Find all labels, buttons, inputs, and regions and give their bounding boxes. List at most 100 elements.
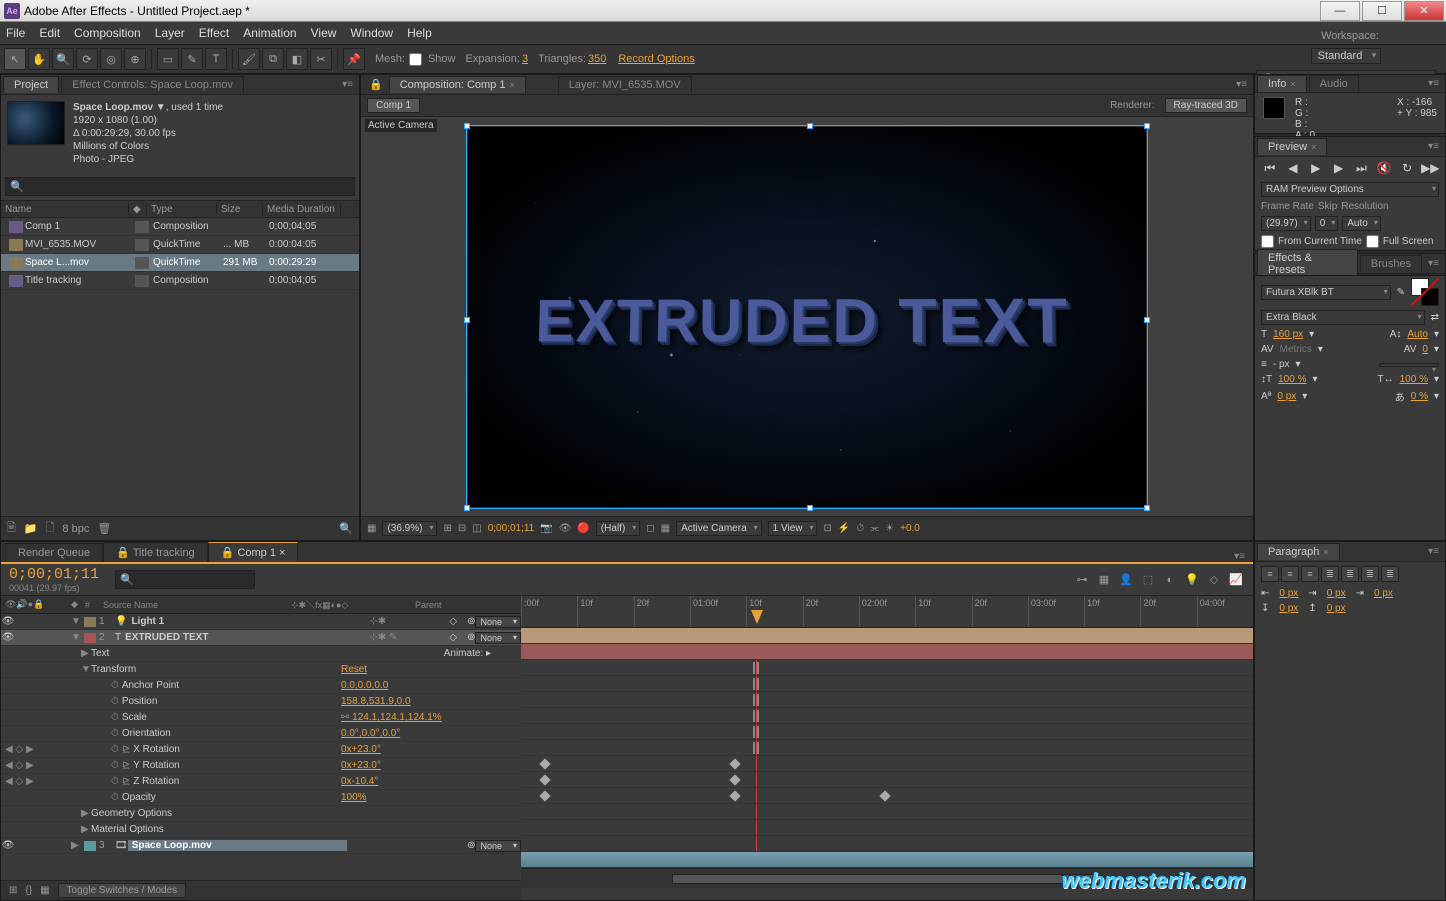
project-search-icon[interactable]: 🔍 <box>339 522 353 535</box>
layer-row[interactable]: 👁 ▼ 2 T EXTRUDED TEXT ⊹✱ ✎ ◇ ⊚ None <box>1 630 521 646</box>
keyframe-icon[interactable] <box>539 790 550 801</box>
rotate-tool-icon[interactable]: ⟳ <box>76 48 98 70</box>
mute-button[interactable]: 🔇 <box>1375 161 1393 176</box>
active-camera-dropdown[interactable]: Active Camera <box>676 521 762 536</box>
property-value[interactable]: 0.0°,0.0°,0.0° <box>341 728 521 739</box>
time-ruler[interactable]: :00f 10f 20f 01:00f 10f 20f 02:00f 10f 2… <box>521 596 1253 628</box>
3d-layer-icon[interactable]: ◇ <box>449 616 457 627</box>
property-row[interactable]: ▶ Geometry Options <box>1 806 521 822</box>
expand-icon[interactable]: ⊞ <box>9 885 17 896</box>
hide-shy-icon[interactable]: 👤 <box>1117 571 1135 589</box>
pickwhip-icon[interactable]: ⊚ <box>467 616 475 627</box>
auto-keyframe-icon[interactable]: ◇ <box>1205 571 1223 589</box>
close-icon[interactable]: × <box>509 80 514 90</box>
clone-tool-icon[interactable]: ⧉ <box>262 48 284 70</box>
expansion-value[interactable]: 3 <box>522 53 528 65</box>
brainstorm-icon[interactable]: 💡 <box>1183 571 1201 589</box>
property-row[interactable]: ⏱ Position 158.8,531.9,0.0 <box>1 694 521 710</box>
transform-handle[interactable] <box>1144 317 1150 323</box>
selection-tool-icon[interactable]: ↖ <box>4 48 26 70</box>
menu-animation[interactable]: Animation <box>243 26 296 40</box>
guides-icon[interactable]: ⊟ <box>458 523 466 534</box>
timeline-search-input[interactable]: 🔍 <box>115 570 255 589</box>
window-close-button[interactable]: ✕ <box>1404 1 1444 21</box>
keyframe-nav[interactable]: ◀ ◇ ▶ <box>1 760 41 771</box>
justify-last-center-button[interactable]: ≣ <box>1341 566 1359 582</box>
ram-preview-options-dropdown[interactable]: RAM Preview Options <box>1261 182 1439 197</box>
property-row[interactable]: ◀ ◇ ▶ ⏱⊵ Y Rotation 0x+23.0° <box>1 758 521 774</box>
transform-handle[interactable] <box>807 505 813 511</box>
property-row[interactable]: ◀ ◇ ▶ ⏱⊵ Z Rotation 0x-10.4° <box>1 774 521 790</box>
stopwatch-icon[interactable]: ⏱ <box>111 792 119 803</box>
tab-paragraph[interactable]: Paragraph× <box>1257 543 1340 560</box>
transform-handle[interactable] <box>1144 123 1150 129</box>
full-screen-checkbox[interactable] <box>1366 235 1379 248</box>
col-label-icon[interactable]: ◆ <box>129 204 147 215</box>
stroke-width-value[interactable]: - px <box>1273 359 1290 370</box>
last-frame-button[interactable]: ⏭ <box>1352 161 1370 176</box>
camera-tool-icon[interactable]: ◎ <box>100 48 122 70</box>
stopwatch-icon[interactable]: ⏱ <box>111 744 119 755</box>
property-row[interactable]: ▶ Text Animate: ▸ <box>1 646 521 662</box>
window-maximize-button[interactable]: ☐ <box>1362 1 1402 21</box>
twirl-icon[interactable]: ▶ <box>81 648 91 659</box>
stopwatch-icon[interactable]: ⏱ <box>111 728 119 739</box>
property-value[interactable]: Reset <box>341 664 521 675</box>
play-button[interactable]: ▶ <box>1307 161 1325 176</box>
tab-info[interactable]: Info× <box>1257 75 1307 92</box>
tab-title-tracking[interactable]: 🔒 Title tracking <box>103 542 208 562</box>
menu-view[interactable]: View <box>311 26 337 40</box>
tab-effect-controls[interactable]: Effect Controls: Space Loop.mov <box>61 76 244 93</box>
indent-left-value[interactable]: 0 px <box>1279 588 1298 599</box>
pickwhip-icon[interactable]: ⊚ <box>467 632 475 643</box>
motion-blur-icon[interactable]: ◐ <box>1161 571 1179 589</box>
animate-button[interactable]: Animate: ▸ <box>444 648 521 659</box>
comp-flowchart-icon[interactable]: ⫘ <box>870 523 879 534</box>
draft-3d-icon[interactable]: ▦ <box>1095 571 1113 589</box>
mesh-show-checkbox[interactable] <box>409 53 422 66</box>
space-after-value[interactable]: 0 px <box>1327 603 1346 614</box>
layer-name[interactable]: Light 1 <box>127 616 369 627</box>
stopwatch-icon[interactable]: ⏱ <box>111 696 119 707</box>
tab-composition[interactable]: Composition: Comp 1× <box>389 76 526 93</box>
time-navigator[interactable] <box>672 874 1102 884</box>
record-options-link[interactable]: Record Options <box>618 53 694 65</box>
menu-help[interactable]: Help <box>407 26 432 40</box>
visibility-icon[interactable]: 👁 <box>1 632 15 643</box>
panel-menu-icon[interactable]: ▾≡ <box>1424 141 1443 152</box>
graph-editor-icon[interactable]: 📈 <box>1227 571 1245 589</box>
project-item[interactable]: Title tracking Composition 0;00;04;05 <box>1 272 359 290</box>
delete-icon[interactable]: 🗑 <box>97 522 111 535</box>
twirl-icon[interactable]: ▼ <box>71 616 81 627</box>
vscale-value[interactable]: 100 % <box>1278 374 1306 385</box>
timeline-tracks[interactable] <box>521 628 1253 868</box>
current-time[interactable]: 0;00;01;11 <box>488 523 535 534</box>
triangles-value[interactable]: 350 <box>588 53 606 65</box>
hand-tool-icon[interactable]: ✋ <box>28 48 50 70</box>
first-frame-button[interactable]: ⏮ <box>1261 161 1279 176</box>
new-folder-icon[interactable]: 📁 <box>24 522 38 535</box>
transform-handle[interactable] <box>464 505 470 511</box>
rectangle-tool-icon[interactable]: ▭ <box>157 48 179 70</box>
font-family-dropdown[interactable]: Futura XBlk BT <box>1261 285 1391 300</box>
tab-project[interactable]: Project <box>3 76 59 93</box>
space-before-value[interactable]: 0 px <box>1279 603 1298 614</box>
keyframe-icon[interactable] <box>729 774 740 785</box>
menu-layer[interactable]: Layer <box>155 26 185 40</box>
property-row[interactable]: ⏱ Anchor Point 0.0,0.0,0.0 <box>1 678 521 694</box>
keyframe-icon[interactable] <box>729 758 740 769</box>
baseline-value[interactable]: 0 px <box>1277 391 1296 402</box>
font-size-value[interactable]: 160 px <box>1273 329 1303 340</box>
3d-layer-icon[interactable]: ◇ <box>449 632 457 643</box>
layer-bar[interactable] <box>521 628 1253 644</box>
prev-frame-button[interactable]: ◀ <box>1284 161 1302 176</box>
twirl-icon[interactable]: ▶ <box>81 808 91 819</box>
show-snapshot-icon[interactable]: 👁 <box>559 523 572 534</box>
lock-icon[interactable]: 🔒 <box>369 78 383 91</box>
framerate-dropdown[interactable]: (29.97) <box>1261 216 1311 231</box>
align-left-button[interactable]: ≡ <box>1261 566 1279 582</box>
roto-tool-icon[interactable]: ✂ <box>310 48 332 70</box>
text-tool-icon[interactable]: T <box>205 48 227 70</box>
transform-handle[interactable] <box>1144 505 1150 511</box>
tab-brushes[interactable]: Brushes <box>1360 255 1422 272</box>
